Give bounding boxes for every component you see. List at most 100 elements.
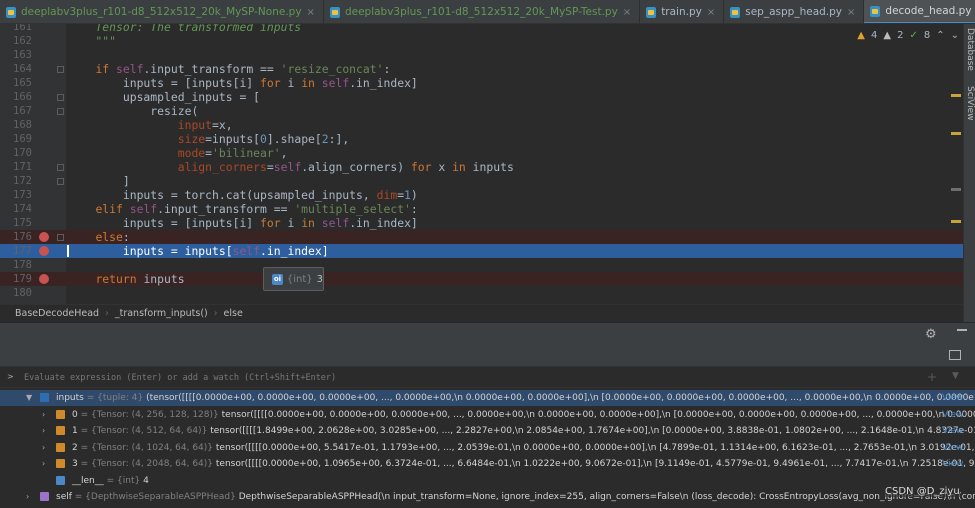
stripe-marker[interactable] — [951, 94, 961, 97]
close-icon[interactable]: × — [307, 7, 315, 18]
breakpoint-icon[interactable] — [39, 246, 49, 256]
chevron-right-icon[interactable]: › — [42, 456, 45, 472]
fold-marker-icon[interactable] — [57, 94, 64, 101]
line-number[interactable]: 167 — [0, 104, 32, 118]
code-line[interactable]: 176 else: — [0, 230, 963, 244]
line-number[interactable]: 165 — [0, 76, 32, 90]
breakpoint-icon[interactable] — [39, 274, 49, 284]
code-line[interactable]: 163 — [0, 48, 963, 62]
code-line[interactable]: 173 inputs = torch.cat(upsampled_inputs,… — [0, 188, 963, 202]
line-number[interactable]: 175 — [0, 216, 32, 230]
breakpoint-icon[interactable] — [39, 232, 49, 242]
line-number[interactable]: 180 — [0, 286, 32, 300]
fold-marker-icon[interactable] — [57, 234, 64, 241]
code-line[interactable]: 178 — [0, 258, 963, 272]
view-link[interactable]: View — [942, 440, 963, 456]
variable-value: tensor([[[[0.0000e+00, 5.5417e-01, 1.179… — [215, 442, 975, 453]
line-number[interactable]: 177 — [0, 244, 32, 258]
line-number[interactable]: 173 — [0, 188, 32, 202]
line-number[interactable]: 172 — [0, 174, 32, 188]
line-number[interactable]: 179 — [0, 272, 32, 286]
chevron-right-icon[interactable]: › — [42, 423, 45, 439]
variable-value: (tensor([[[[0.0000e+00, 0.0000e+00, 0.00… — [146, 393, 975, 403]
code-line[interactable]: 180 — [0, 286, 963, 300]
editor-tab[interactable]: deeplabv3plus_r101-d8_512x512_20k_MySP-N… — [0, 0, 324, 23]
variable-row[interactable]: › self = {DepthwiseSeparableASPPHead} Dep… — [0, 489, 975, 505]
variables-panel[interactable]: ▼ inputs = {tuple: 4} (tensor([[[[0.0000e… — [0, 388, 975, 508]
variable-row[interactable]: ▼ inputs = {tuple: 4} (tensor([[[[0.0000e… — [0, 390, 975, 406]
code-editor[interactable]: ▲ 4 ▲ 2 ✓ 8 ⌃ ⌄ 161 Tensor: The transformed… — [0, 24, 963, 304]
variable-row[interactable]: › 3 = {Tensor: (4, 2048, 64, 64)} tensor(… — [0, 456, 975, 472]
stripe-marker[interactable] — [951, 132, 961, 135]
line-number[interactable]: 164 — [0, 62, 32, 76]
view-link[interactable]: View — [942, 423, 963, 439]
code-line[interactable]: 175 inputs = [inputs[i] for i in self.in… — [0, 216, 963, 230]
line-number[interactable]: 176 — [0, 230, 32, 244]
code-line[interactable]: 165 inputs = [inputs[i] for i in self.in… — [0, 76, 963, 90]
line-number[interactable]: 170 — [0, 146, 32, 160]
editor-tab[interactable]: sep_aspp_head.py × — [724, 0, 865, 23]
variable-type-icon — [56, 475, 65, 485]
line-number[interactable]: 178 — [0, 258, 32, 272]
line-number[interactable]: 169 — [0, 132, 32, 146]
stripe-marker[interactable] — [951, 220, 961, 223]
evaluate-expression-input[interactable] — [24, 370, 924, 386]
add-watch-icon[interactable]: + — [927, 370, 937, 384]
editor-tab[interactable]: decode_head.py× — [864, 0, 975, 23]
close-icon[interactable]: × — [707, 7, 715, 18]
chevron-right-icon[interactable]: › — [42, 407, 45, 423]
chevron-right-icon[interactable]: › — [26, 489, 29, 505]
code-line[interactable]: 177 inputs = inputs[self.in_index] — [0, 244, 963, 258]
fold-marker-icon[interactable] — [57, 164, 64, 171]
breadcrumb-item[interactable]: else — [224, 308, 243, 319]
code-line[interactable]: 172 ] — [0, 174, 963, 188]
tab-label: deeplabv3plus_r101-d8_512x512_20k_MySP-T… — [344, 6, 618, 18]
code-line[interactable]: 179 return inputs — [0, 272, 963, 286]
close-icon[interactable]: × — [847, 7, 855, 18]
line-number[interactable]: 163 — [0, 48, 32, 62]
code-line[interactable]: 164 if self.input_transform == 'resize_c… — [0, 62, 963, 76]
code-line[interactable]: 169 size=inputs[0].shape[2:], — [0, 132, 963, 146]
history-dropdown-icon[interactable]: ▼ — [952, 371, 959, 381]
minimize-icon[interactable] — [957, 329, 967, 331]
code-line[interactable]: 161 Tensor: The transformed inputs — [0, 24, 963, 34]
chevron-right-icon[interactable]: › — [42, 440, 45, 456]
code-line[interactable]: 174 elif self.input_transform == 'multip… — [0, 202, 963, 216]
line-number[interactable]: 166 — [0, 90, 32, 104]
chevron-right-icon[interactable]: > — [7, 372, 14, 381]
breadcrumb-item[interactable]: BaseDecodeHead — [15, 308, 99, 319]
chevron-down-icon[interactable]: ▼ — [26, 390, 32, 406]
line-number[interactable]: 162 — [0, 34, 32, 48]
line-number[interactable]: 174 — [0, 202, 32, 216]
code-line[interactable]: 167 resize( — [0, 104, 963, 118]
fold-marker-icon[interactable] — [57, 66, 64, 73]
view-link[interactable]: View — [942, 390, 963, 406]
line-number[interactable]: 168 — [0, 118, 32, 132]
breadcrumb-item[interactable]: _transform_inputs() — [115, 308, 208, 319]
sciview-tool-button[interactable]: SciView — [965, 86, 975, 121]
variable-row[interactable]: › 0 = {Tensor: (4, 256, 128, 128)} tensor… — [0, 407, 975, 423]
variable-row[interactable]: › 2 = {Tensor: (4, 1024, 64, 64)} tensor(… — [0, 440, 975, 456]
layout-icon[interactable] — [949, 350, 961, 360]
code-line[interactable]: 168 input=x, — [0, 118, 963, 132]
editor-tab[interactable]: deeplabv3plus_r101-d8_512x512_20k_MySP-T… — [324, 0, 641, 23]
view-link[interactable]: View — [942, 407, 963, 423]
code-line[interactable]: 166 upsampled_inputs = [ — [0, 90, 963, 104]
code-line[interactable]: 170 mode='bilinear', — [0, 146, 963, 160]
line-number[interactable]: 171 — [0, 160, 32, 174]
variable-row[interactable]: __len__ = {int} 4 — [0, 473, 975, 489]
code-line[interactable]: 162 """ — [0, 34, 963, 48]
variable-value: DepthwiseSeparableASPPHead(\n input_tran… — [238, 492, 975, 502]
code-line[interactable]: 171 align_corners=self.align_corners) fo… — [0, 160, 963, 174]
editor-tab[interactable]: train.py × — [640, 0, 725, 23]
view-link[interactable]: View — [942, 456, 963, 472]
error-stripe[interactable] — [949, 24, 963, 304]
close-icon[interactable]: × — [623, 7, 631, 18]
database-tool-button[interactable]: Database — [965, 28, 975, 71]
fold-marker-icon[interactable] — [57, 108, 64, 115]
line-number[interactable]: 161 — [0, 24, 32, 34]
fold-marker-icon[interactable] — [57, 178, 64, 185]
variable-row[interactable]: › 1 = {Tensor: (4, 512, 64, 64)} tensor([… — [0, 423, 975, 439]
stripe-marker[interactable] — [951, 188, 961, 191]
gear-icon[interactable]: ⚙ — [925, 327, 937, 342]
